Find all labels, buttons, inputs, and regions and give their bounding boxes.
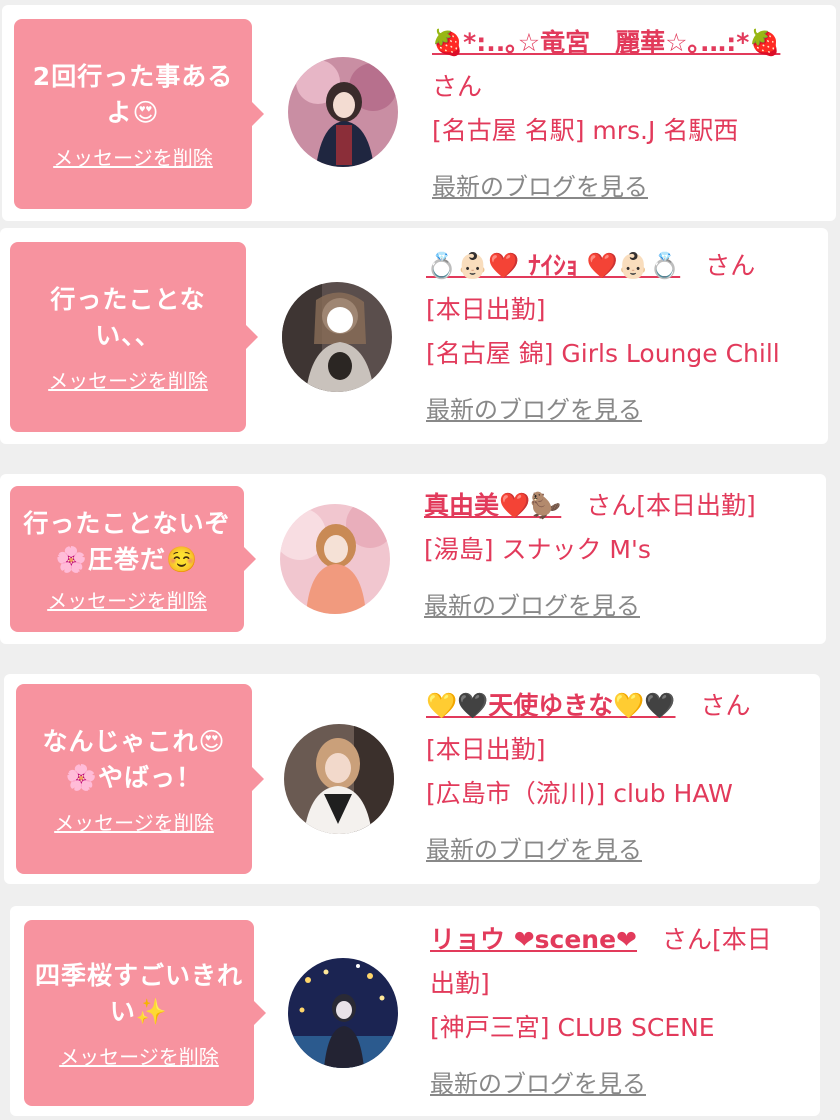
cast-info: 🍓*:..｡☆竜宮 麗華☆｡.‥:*🍓 さん [名古屋 名駅] mrs.J 名駅… <box>432 21 828 209</box>
cast-name-link[interactable]: 真由美❤️🦫 <box>424 491 561 520</box>
message-bubble: なんじゃこれ😍 🌸やばっ！ メッセージを削除 <box>16 684 264 874</box>
delete-message-link[interactable]: メッセージを削除 <box>54 812 214 834</box>
message-card: 四季桜すごいきれ い✨ メッセージを削除 リョウ ❤scene❤ さん[本日 出… <box>10 906 820 1116</box>
delete-message-link[interactable]: メッセージを削除 <box>48 370 208 392</box>
cast-info: 💍👶🏻❤️ ﾅｲｼｮ ❤️👶🏻💍 さん [本日出勤] [名古屋 錦] Girls… <box>426 244 824 432</box>
shop-line: [名古屋 錦] Girls Lounge Chill <box>426 339 780 368</box>
shop-line: [湯島] スナック M's <box>424 535 651 564</box>
honorific: さん <box>705 251 756 280</box>
cast-info: リョウ ❤scene❤ さん[本日 出勤] [神戸三宮] CLUB SCENE … <box>430 918 814 1106</box>
cast-name-link[interactable]: 💍👶🏻❤️ ﾅｲｼｮ ❤️👶🏻💍 <box>426 251 680 280</box>
latest-blog-link[interactable]: 最新のブログを見る <box>426 388 642 432</box>
message-text: 行ったことな い、、 <box>50 285 206 350</box>
avatar[interactable] <box>288 958 398 1068</box>
latest-blog-link[interactable]: 最新のブログを見る <box>432 165 648 209</box>
work-status: [本日出勤] <box>426 295 546 324</box>
delete-message-link[interactable]: メッセージを削除 <box>53 147 213 169</box>
avatar[interactable] <box>288 57 398 167</box>
shop-line: [広島市（流川)] club HAW <box>426 779 733 808</box>
avatar[interactable] <box>284 724 394 834</box>
latest-blog-link[interactable]: 最新のブログを見る <box>424 584 640 628</box>
cast-info: 真由美❤️🦫 さん[本日出勤] [湯島] スナック M's 最新のブログを見る <box>424 484 822 628</box>
work-status: 出勤] <box>430 969 490 998</box>
avatar[interactable] <box>282 282 392 392</box>
avatar[interactable] <box>280 504 390 614</box>
latest-blog-link[interactable]: 最新のブログを見る <box>426 828 642 872</box>
cast-name-link[interactable]: リョウ ❤scene❤ <box>430 925 637 954</box>
delete-message-link[interactable]: メッセージを削除 <box>59 1046 219 1068</box>
message-text: 四季桜すごいきれ い✨ <box>34 961 243 1026</box>
message-bubble: 行ったことないぞ 🌸圧巻だ☺️ メッセージを削除 <box>10 486 256 632</box>
message-card: 2回行った事ある よ😍 メッセージを削除 🍓*:..｡☆竜宮 麗華☆｡.‥:*🍓… <box>2 5 836 221</box>
cast-info: 💛🖤天使ゆきな💛🖤 さん [本日出勤] [広島市（流川)] club HAW 最… <box>426 684 816 872</box>
shop-line: [名古屋 名駅] mrs.J 名駅西 <box>432 116 739 145</box>
work-status: [本日出勤] <box>426 735 546 764</box>
message-card: なんじゃこれ😍 🌸やばっ！ メッセージを削除 💛🖤天使ゆきな💛🖤 さん [本日出… <box>4 674 820 884</box>
honorific: さん[本日出勤] <box>586 491 756 520</box>
message-text: なんじゃこれ😍 🌸やばっ！ <box>42 727 226 792</box>
latest-blog-link[interactable]: 最新のブログを見る <box>430 1062 646 1106</box>
message-text: 行ったことないぞ 🌸圧巻だ☺️ <box>23 509 231 574</box>
cast-name-link[interactable]: 🍓*:..｡☆竜宮 麗華☆｡.‥:*🍓 <box>432 28 780 57</box>
message-text: 2回行った事ある よ😍 <box>32 62 234 127</box>
message-bubble: 四季桜すごいきれ い✨ メッセージを削除 <box>24 920 266 1106</box>
message-card: 行ったことないぞ 🌸圧巻だ☺️ メッセージを削除 真由美❤️🦫 さん[本日出勤]… <box>0 474 826 644</box>
honorific: さん[本日 <box>662 925 772 954</box>
honorific: さん <box>432 72 483 101</box>
message-card: 行ったことな い、、 メッセージを削除 💍👶🏻❤️ ﾅｲｼｮ ❤️👶🏻💍 さん … <box>0 228 828 444</box>
shop-line: [神戸三宮] CLUB SCENE <box>430 1013 715 1042</box>
cast-name-link[interactable]: 💛🖤天使ゆきな💛🖤 <box>426 691 676 720</box>
delete-message-link[interactable]: メッセージを削除 <box>47 590 207 612</box>
message-bubble: 2回行った事ある よ😍 メッセージを削除 <box>14 19 264 209</box>
honorific: さん <box>700 691 751 720</box>
message-bubble: 行ったことな い、、 メッセージを削除 <box>10 242 258 432</box>
